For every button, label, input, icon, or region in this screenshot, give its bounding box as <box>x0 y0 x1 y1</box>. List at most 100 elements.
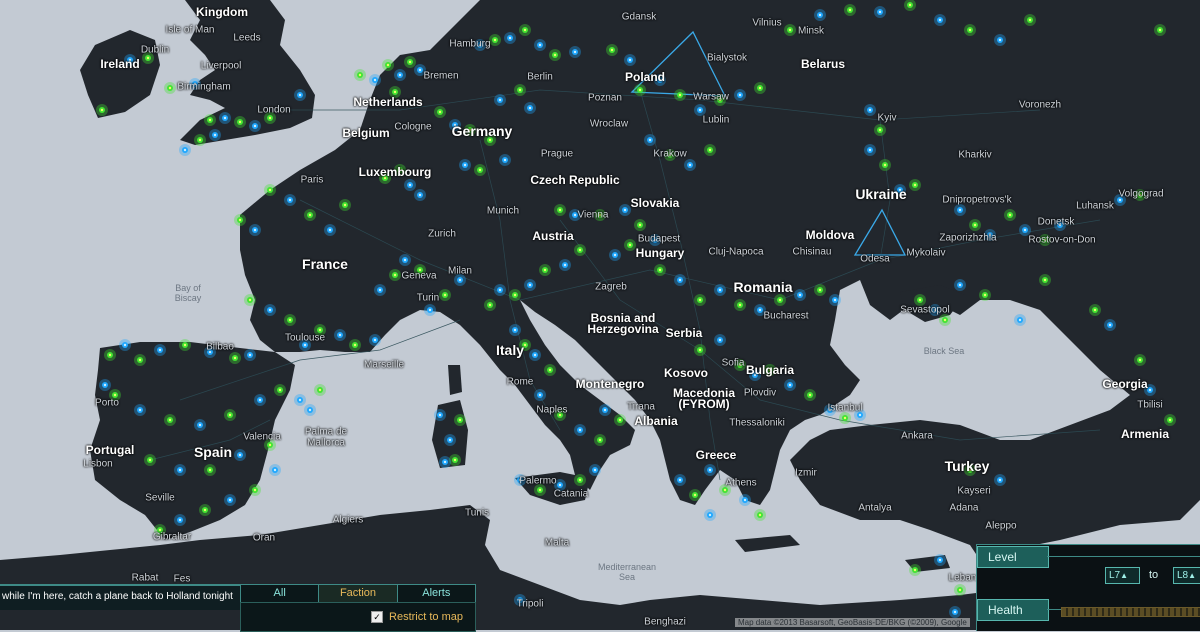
resistance-portal[interactable] <box>499 154 511 166</box>
enlightened-portal[interactable] <box>349 339 361 351</box>
enlightened-portal[interactable] <box>439 289 451 301</box>
resistance-portal[interactable] <box>244 349 256 361</box>
resistance-portal[interactable] <box>829 294 841 306</box>
resistance-portal[interactable] <box>984 229 996 241</box>
enlightened-portal[interactable] <box>594 209 606 221</box>
resistance-portal[interactable] <box>514 474 526 486</box>
resistance-portal[interactable] <box>994 34 1006 46</box>
resistance-portal[interactable] <box>694 104 706 116</box>
enlightened-portal[interactable] <box>764 364 776 376</box>
enlightened-portal[interactable] <box>554 204 566 216</box>
resistance-portal[interactable] <box>399 254 411 266</box>
resistance-portal[interactable] <box>174 464 186 476</box>
resistance-portal[interactable] <box>194 419 206 431</box>
resistance-portal[interactable] <box>814 9 826 21</box>
resistance-portal[interactable] <box>224 494 236 506</box>
enlightened-portal[interactable] <box>414 264 426 276</box>
enlightened-portal[interactable] <box>614 414 626 426</box>
resistance-portal[interactable] <box>649 234 661 246</box>
enlightened-portal[interactable] <box>804 389 816 401</box>
resistance-portal[interactable] <box>404 179 416 191</box>
resistance-portal[interactable] <box>684 159 696 171</box>
enlightened-portal[interactable] <box>624 239 636 251</box>
resistance-portal[interactable] <box>934 14 946 26</box>
enlightened-portal[interactable] <box>144 454 156 466</box>
map-attribution[interactable]: Map data ©2013 Basarsoft, GeoBasis-DE/BK… <box>735 618 970 627</box>
resistance-portal[interactable] <box>1114 194 1126 206</box>
enlightened-portal[interactable] <box>194 134 206 146</box>
resistance-portal[interactable] <box>609 249 621 261</box>
enlightened-portal[interactable] <box>199 504 211 516</box>
enlightened-portal[interactable] <box>674 89 686 101</box>
enlightened-portal[interactable] <box>154 524 166 536</box>
enlightened-portal[interactable] <box>104 349 116 361</box>
enlightened-portal[interactable] <box>909 179 921 191</box>
enlightened-portal[interactable] <box>654 264 666 276</box>
resistance-portal[interactable] <box>749 369 761 381</box>
enlightened-portal[interactable] <box>534 484 546 496</box>
resistance-portal[interactable] <box>734 89 746 101</box>
resistance-portal[interactable] <box>249 120 261 132</box>
resistance-portal[interactable] <box>374 284 386 296</box>
enlightened-portal[interactable] <box>839 412 851 424</box>
resistance-portal[interactable] <box>284 194 296 206</box>
resistance-portal[interactable] <box>864 104 876 116</box>
enlightened-portal[interactable] <box>979 289 991 301</box>
resistance-portal[interactable] <box>299 339 311 351</box>
resistance-portal[interactable] <box>294 89 306 101</box>
resistance-portal[interactable] <box>334 329 346 341</box>
tab-alerts[interactable]: Alerts <box>398 585 475 602</box>
enlightened-portal[interactable] <box>249 484 261 496</box>
level-from-select[interactable]: L7▲ <box>1105 567 1140 584</box>
resistance-portal[interactable] <box>369 334 381 346</box>
enlightened-portal[interactable] <box>754 82 766 94</box>
resistance-portal[interactable] <box>714 284 726 296</box>
resistance-portal[interactable] <box>124 54 136 66</box>
enlightened-portal[interactable] <box>274 384 286 396</box>
enlightened-portal[interactable] <box>539 264 551 276</box>
enlightened-portal[interactable] <box>229 352 241 364</box>
enlightened-portal[interactable] <box>449 454 461 466</box>
enlightened-portal[interactable] <box>1039 234 1051 246</box>
resistance-portal[interactable] <box>509 324 521 336</box>
enlightened-portal[interactable] <box>1134 189 1146 201</box>
resistance-portal[interactable] <box>1014 314 1026 326</box>
enlightened-portal[interactable] <box>96 104 108 116</box>
resistance-portal[interactable] <box>119 339 131 351</box>
enlightened-portal[interactable] <box>142 52 154 64</box>
enlightened-portal[interactable] <box>264 184 276 196</box>
enlightened-portal[interactable] <box>389 269 401 281</box>
enlightened-portal[interactable] <box>689 489 701 501</box>
resistance-portal[interactable] <box>209 129 221 141</box>
resistance-portal[interactable] <box>599 404 611 416</box>
enlightened-portal[interactable] <box>664 149 676 161</box>
resistance-portal[interactable] <box>444 434 456 446</box>
resistance-portal[interactable] <box>449 119 461 131</box>
enlightened-portal[interactable] <box>909 564 921 576</box>
resistance-portal[interactable] <box>269 464 281 476</box>
enlightened-portal[interactable] <box>694 294 706 306</box>
resistance-portal[interactable] <box>754 304 766 316</box>
resistance-portal[interactable] <box>874 6 886 18</box>
enlightened-portal[interactable] <box>694 344 706 356</box>
enlightened-portal[interactable] <box>484 299 496 311</box>
enlightened-portal[interactable] <box>179 339 191 351</box>
enlightened-portal[interactable] <box>519 339 531 351</box>
enlightened-portal[interactable] <box>404 56 416 68</box>
resistance-portal[interactable] <box>854 409 866 421</box>
enlightened-portal[interactable] <box>879 159 891 171</box>
resistance-portal[interactable] <box>264 304 276 316</box>
enlightened-portal[interactable] <box>109 389 121 401</box>
resistance-portal[interactable] <box>554 479 566 491</box>
enlightened-portal[interactable] <box>514 84 526 96</box>
level-to-select[interactable]: L8▲ <box>1173 567 1200 584</box>
enlightened-portal[interactable] <box>1039 274 1051 286</box>
resistance-portal[interactable] <box>704 509 716 521</box>
enlightened-portal[interactable] <box>164 414 176 426</box>
resistance-portal[interactable] <box>704 464 716 476</box>
resistance-portal[interactable] <box>439 456 451 468</box>
enlightened-portal[interactable] <box>204 464 216 476</box>
resistance-portal[interactable] <box>929 304 941 316</box>
resistance-portal[interactable] <box>784 379 796 391</box>
resistance-portal[interactable] <box>619 204 631 216</box>
